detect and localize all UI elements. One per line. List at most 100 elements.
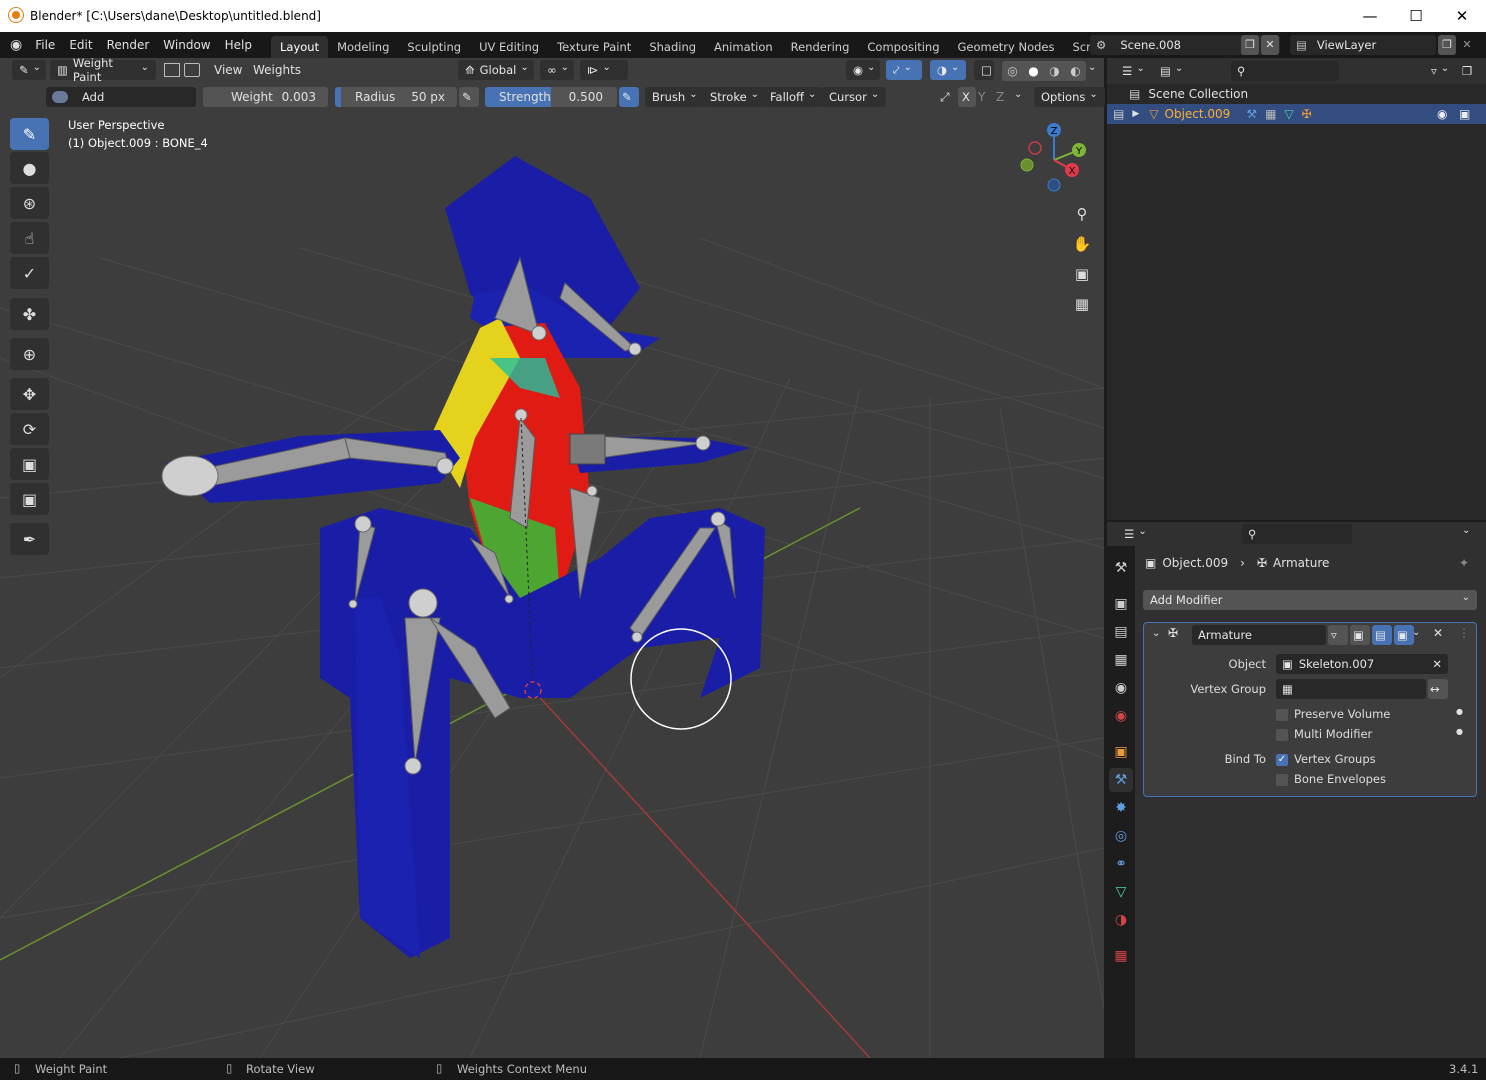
scale-tool-icon[interactable]: ▣ <box>10 448 49 480</box>
tab-shading[interactable]: Shading <box>640 36 705 58</box>
texture-tab-icon[interactable]: ▦ <box>1109 944 1133 968</box>
radius-field[interactable]: Radius 50 px <box>335 87 457 107</box>
render-camera-icon[interactable]: ▣ <box>1459 107 1470 121</box>
overlay-toggle-icon[interactable]: ◑ <box>930 60 966 80</box>
average-tool-icon[interactable]: ⊛ <box>10 187 49 219</box>
mask-vertex-icon[interactable] <box>184 63 200 77</box>
menu-help[interactable]: Help <box>218 38 259 52</box>
wireframe-shading-icon[interactable]: ◎ <box>1007 64 1017 78</box>
mirror-dropdown-icon[interactable]: ⌄ <box>1014 89 1022 100</box>
viewport-canvas[interactable] <box>0 58 1104 1058</box>
properties-options-icon[interactable]: ⌄ <box>1462 525 1470 536</box>
data-tab-icon[interactable]: ▽ <box>1109 880 1133 904</box>
stroke-menu[interactable]: Stroke <box>703 87 767 107</box>
animate-property-dot[interactable]: ● <box>1456 707 1463 716</box>
maximize-icon[interactable]: ☐ <box>1393 0 1439 32</box>
visibility-icon[interactable]: ◉ <box>846 60 880 80</box>
menu-window[interactable]: Window <box>156 38 217 52</box>
tab-sculpting[interactable]: Sculpting <box>398 36 470 58</box>
menu-render[interactable]: Render <box>100 38 157 52</box>
new-collection-icon[interactable]: ❐ <box>1459 61 1479 81</box>
view-layer-selector[interactable]: ▤ ViewLayer <box>1290 35 1436 55</box>
invert-vertex-group-icon[interactable]: ↔ <box>1428 679 1448 699</box>
world-tab-icon[interactable]: ◉ <box>1109 704 1133 728</box>
tab-layout[interactable]: Layout <box>270 36 329 58</box>
close-icon[interactable]: ✕ <box>1439 0 1485 32</box>
mirror-y-toggle[interactable]: Y <box>978 90 985 104</box>
bone-envelopes-box[interactable] <box>1276 773 1288 786</box>
cursor-tool-icon[interactable]: ⊕ <box>10 338 49 370</box>
outliner-editor-icon[interactable]: ☰ <box>1115 61 1147 81</box>
zoom-icon[interactable]: ⚲ <box>1069 201 1095 227</box>
filter-icon[interactable]: ▿ <box>1424 61 1454 81</box>
rendered-shading-icon[interactable]: ◐ <box>1070 64 1080 78</box>
scene-tab-icon[interactable]: ◉ <box>1109 676 1133 700</box>
gradient-tool-icon[interactable]: ✓ <box>10 257 49 289</box>
mirror-z-toggle[interactable]: Z <box>996 90 1004 104</box>
pivot-icon[interactable]: ∞ <box>540 60 574 80</box>
sample-weight-tool-icon[interactable]: ✤ <box>10 298 49 330</box>
strength-field[interactable]: Strength 0.500 <box>485 87 617 107</box>
scene-collection-row[interactable]: ▤ Scene Collection <box>1107 84 1486 104</box>
smear-tool-icon[interactable]: ☝ <box>10 222 49 254</box>
physics-tab-icon[interactable]: ◎ <box>1109 824 1133 848</box>
viewport-area[interactable]: ✎ ▥ Weight Paint View Weights ⟰ Global ∞… <box>0 56 1105 1058</box>
mask-face-icon[interactable] <box>164 63 180 77</box>
clear-object-icon[interactable]: ✕ <box>1432 657 1442 671</box>
modifier-menu-icon[interactable]: ⌄ <box>1412 627 1420 638</box>
falloff-menu[interactable]: Falloff <box>763 87 824 107</box>
cursor-menu[interactable]: Cursor <box>822 87 887 107</box>
drag-handle-icon[interactable]: ⋮ <box>1458 626 1470 640</box>
outliner-search[interactable]: ⚲ <box>1231 61 1339 81</box>
tab-compositing[interactable]: Compositing <box>858 36 948 58</box>
pan-hand-icon[interactable]: ✋ <box>1069 231 1095 257</box>
render-toggle-icon[interactable]: ▣ <box>1394 625 1414 645</box>
delete-view-layer-icon[interactable]: ✕ <box>1458 35 1476 55</box>
mirror-x-toggle[interactable]: X <box>958 87 976 107</box>
preserve-volume-box[interactable] <box>1276 708 1288 721</box>
add-modifier-button[interactable]: Add Modifier <box>1143 590 1477 610</box>
modifier-name-field[interactable]: Armature <box>1192 625 1326 645</box>
blend-mode-selector[interactable]: Add <box>46 87 196 107</box>
collapse-panel-icon[interactable]: ⌄ <box>1152 628 1160 639</box>
new-view-layer-icon[interactable]: ❐ <box>1438 35 1456 55</box>
multi-modifier-box[interactable] <box>1276 728 1288 741</box>
mode-selector[interactable]: ▥ Weight Paint <box>50 56 156 84</box>
vertex-groups-checkbox[interactable]: ✓ Vertex Groups <box>1276 752 1376 766</box>
pin-properties-icon[interactable]: ✦ <box>1459 556 1469 570</box>
navigation-gizmo[interactable]: Z Y X <box>1014 120 1094 200</box>
material-shading-icon[interactable]: ◑ <box>1049 64 1059 78</box>
transform-tool-icon[interactable]: ▣ <box>10 483 49 515</box>
minimize-icon[interactable]: — <box>1347 0 1393 32</box>
output-tab-icon[interactable]: ▤ <box>1109 620 1133 644</box>
new-scene-icon[interactable]: ❐ <box>1241 35 1259 55</box>
display-mode-icon[interactable]: ▤ <box>1153 61 1187 81</box>
properties-search[interactable]: ⚲ <box>1242 524 1352 544</box>
perspective-toggle-icon[interactable]: ▦ <box>1069 291 1095 317</box>
material-tab-icon[interactable]: ◑ <box>1109 908 1133 932</box>
strength-pressure-icon[interactable]: ✎ <box>619 87 639 107</box>
view-layer-tab-icon[interactable]: ▦ <box>1109 648 1133 672</box>
on-cage-icon[interactable]: ▿ <box>1328 625 1348 645</box>
realtime-display-icon[interactable]: ▤ <box>1372 625 1392 645</box>
edit-mode-icon[interactable]: ▣ <box>1350 625 1370 645</box>
expand-arrow-icon[interactable]: ▶ <box>1132 109 1139 119</box>
visibility-eye-icon[interactable]: ◉ <box>1437 107 1447 121</box>
armature-object-field[interactable]: ▣ Skeleton.007 ✕ <box>1276 654 1448 674</box>
tab-geometry-nodes[interactable]: Geometry Nodes <box>949 36 1064 58</box>
menu-file[interactable]: File <box>28 38 62 52</box>
rotate-tool-icon[interactable]: ⟳ <box>10 413 49 445</box>
annotate-tool-icon[interactable]: ✒ <box>10 523 49 555</box>
vertex-groups-check-icon[interactable]: ✓ <box>1276 753 1288 766</box>
vertex-group-field[interactable]: ▦ <box>1276 679 1426 699</box>
solid-shading-icon[interactable]: ● <box>1028 64 1038 78</box>
tab-modeling[interactable]: Modeling <box>328 36 398 58</box>
options-menu[interactable]: Options <box>1034 87 1105 107</box>
properties-editor-icon[interactable]: ☰ <box>1117 524 1147 544</box>
modifier-tab-icon[interactable]: ⚒ <box>1109 768 1133 792</box>
animate-property-dot-2[interactable]: ● <box>1456 727 1463 736</box>
particles-tab-icon[interactable]: ✸ <box>1109 796 1133 820</box>
blender-menu-icon[interactable]: ◉ <box>10 37 22 53</box>
tab-texture-paint[interactable]: Texture Paint <box>548 36 640 58</box>
delete-scene-icon[interactable]: ✕ <box>1261 35 1279 55</box>
